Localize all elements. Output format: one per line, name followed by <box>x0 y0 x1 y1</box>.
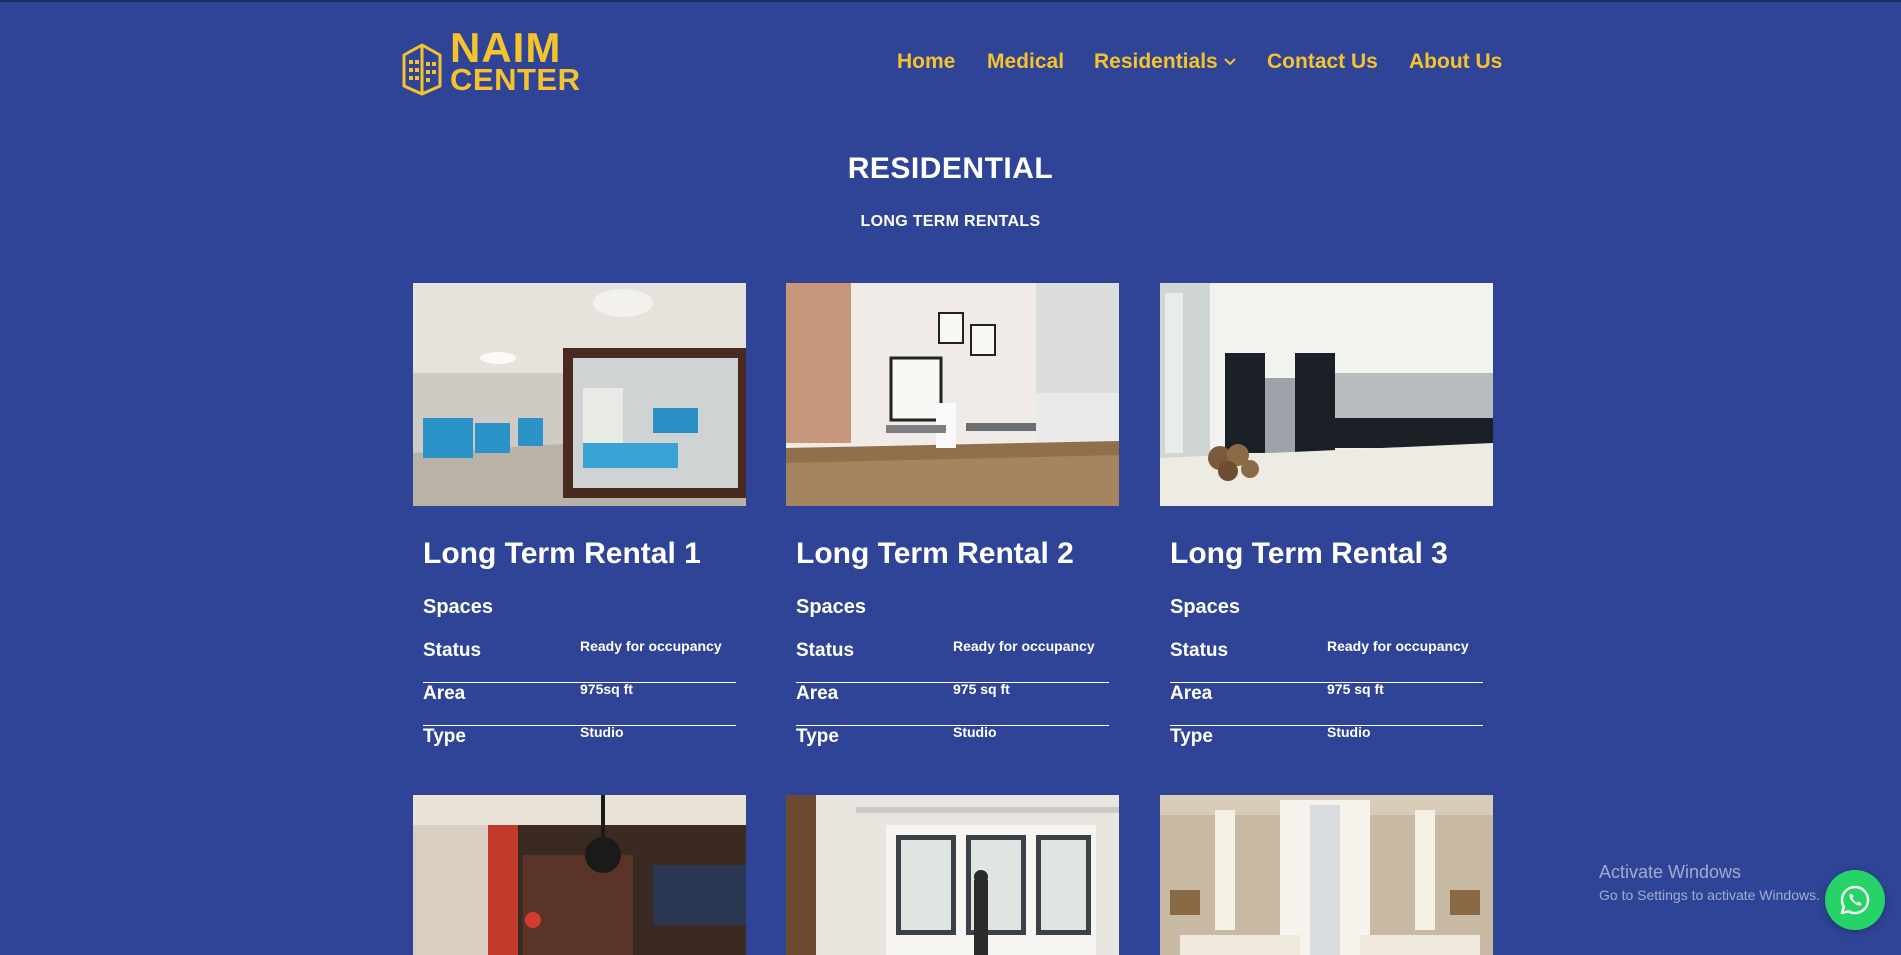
rental-image-fireplace[interactable] <box>413 795 746 955</box>
spec-value: Ready for occupancy <box>580 638 722 654</box>
rental-image-living-room[interactable] <box>1160 795 1493 955</box>
nav-residentials[interactable]: Residentials <box>1094 50 1236 74</box>
nav-home[interactable]: Home <box>897 50 955 74</box>
whatsapp-chat-button[interactable] <box>1825 870 1885 930</box>
spec-value: Studio <box>953 724 997 740</box>
spec-row-type: Type Studio <box>796 724 1109 768</box>
rental-card-6[interactable] <box>1160 795 1493 955</box>
nav-contact-us[interactable]: Contact Us <box>1267 50 1378 74</box>
chevron-down-icon <box>1224 58 1236 66</box>
spaces-heading: Spaces <box>1170 596 1241 618</box>
spec-row-type: Type Studio <box>423 724 736 768</box>
main-nav: Home Medical Residentials Contact Us Abo… <box>0 50 1901 78</box>
spec-value: Studio <box>580 724 624 740</box>
top-border <box>0 0 1901 2</box>
watermark-line-1: Activate Windows <box>1599 862 1742 882</box>
rental-card-2[interactable]: Long Term Rental 2 Spaces Status Ready f… <box>786 283 1119 753</box>
spec-label: Area <box>1170 683 1213 704</box>
card-title[interactable]: Long Term Rental 1 <box>423 537 701 571</box>
spec-label: Area <box>796 683 839 704</box>
whatsapp-icon <box>1840 885 1870 915</box>
spec-row-status: Status Ready for occupancy <box>796 638 1109 683</box>
activate-windows-watermark: Activate Windows Go to Settings to activ… <box>1599 862 1820 903</box>
spec-label: Type <box>796 726 839 747</box>
spec-value: 975sq ft <box>580 681 633 697</box>
spec-label: Type <box>1170 726 1213 747</box>
spec-label: Status <box>423 640 482 661</box>
nav-about-us[interactable]: About Us <box>1409 50 1502 74</box>
card-title[interactable]: Long Term Rental 3 <box>1170 537 1448 571</box>
spec-value: Ready for occupancy <box>1327 638 1469 654</box>
spec-label: Area <box>423 683 466 704</box>
spec-row-area: Area 975 sq ft <box>1170 681 1483 726</box>
spec-row-type: Type Studio <box>1170 724 1483 768</box>
rental-card-3[interactable]: Long Term Rental 3 Spaces Status Ready f… <box>1160 283 1493 753</box>
spec-value: 975 sq ft <box>953 681 1010 697</box>
rental-image-desk[interactable] <box>786 283 1119 506</box>
spec-row-area: Area 975sq ft <box>423 681 736 726</box>
spec-label: Status <box>1170 640 1229 661</box>
rental-card-1[interactable]: Long Term Rental 1 Spaces Status Ready f… <box>413 283 746 753</box>
rental-image-loft[interactable] <box>786 795 1119 955</box>
spec-value: Ready for occupancy <box>953 638 1095 654</box>
page-title: RESIDENTIAL <box>847 152 1054 185</box>
rental-card-5[interactable] <box>786 795 1119 955</box>
watermark-line-2: Go to Settings to activate Windows. <box>1599 887 1820 903</box>
card-title[interactable]: Long Term Rental 2 <box>796 537 1074 571</box>
page-subtitle: LONG TERM RENTALS <box>860 213 1041 230</box>
nav-residentials-label: Residentials <box>1094 50 1218 73</box>
spec-label: Status <box>796 640 855 661</box>
spec-value: 975 sq ft <box>1327 681 1384 697</box>
rental-image-kitchen[interactable] <box>1160 283 1493 506</box>
spec-label: Type <box>423 726 466 747</box>
spaces-heading: Spaces <box>796 596 867 618</box>
spec-row-status: Status Ready for occupancy <box>423 638 736 683</box>
spec-row-area: Area 975 sq ft <box>796 681 1109 726</box>
rental-image-lobby[interactable] <box>413 283 746 506</box>
spec-row-status: Status Ready for occupancy <box>1170 638 1483 683</box>
spaces-heading: Spaces <box>423 596 494 618</box>
spec-value: Studio <box>1327 724 1371 740</box>
rental-card-4[interactable] <box>413 795 746 955</box>
nav-medical[interactable]: Medical <box>987 50 1064 74</box>
